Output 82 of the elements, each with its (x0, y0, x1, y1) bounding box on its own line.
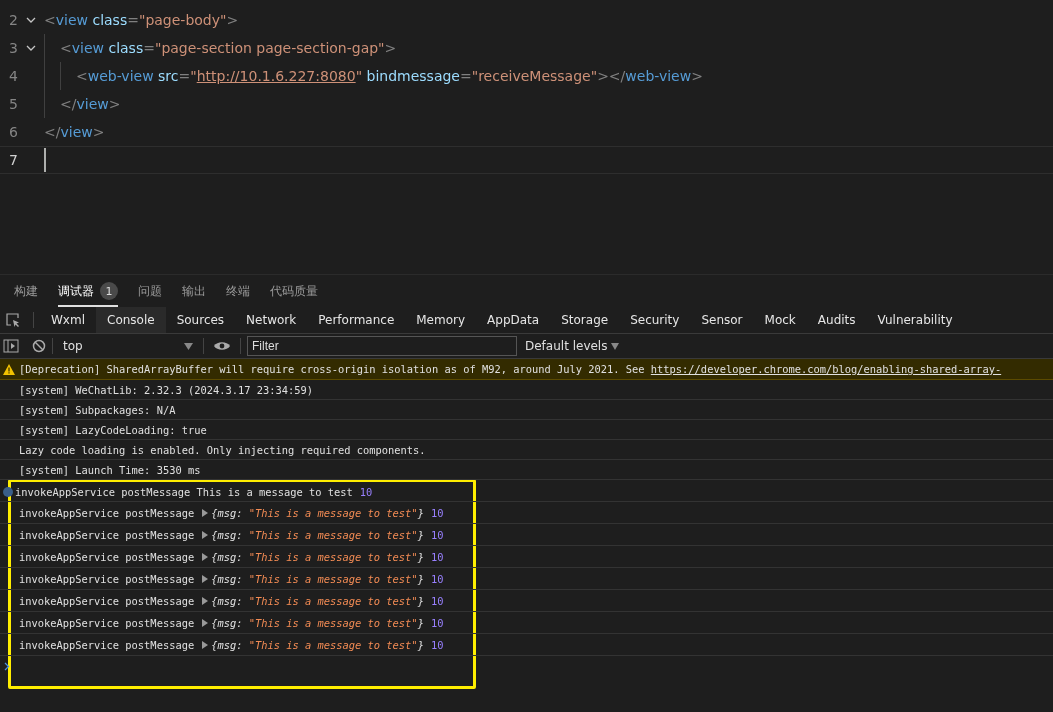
repeat-count: 10 (430, 638, 444, 651)
prompt-icon (4, 661, 10, 671)
repeat-count: 10 (430, 528, 444, 541)
message-text: Lazy code loading is enabled. Only injecting required components. (19, 443, 426, 456)
clear-icon[interactable] (32, 339, 46, 353)
expand-icon[interactable] (202, 618, 209, 627)
expand-icon[interactable] (202, 508, 209, 517)
devtools-tab[interactable]: Vulnerability (866, 307, 964, 333)
count-badge: 1 (100, 282, 118, 300)
message-link[interactable]: https://developer.chrome.com/blog/enabling-shared-array- (650, 363, 1002, 375)
devtools-tab[interactable]: Mock (753, 307, 807, 333)
message-text: invokeAppService postMessage This is a message to test (15, 485, 353, 498)
context-select[interactable]: top (59, 336, 197, 356)
devtools-tab[interactable]: Security (619, 307, 691, 333)
repeat-count: 10 (359, 485, 373, 498)
repeat-count: 10 (430, 594, 444, 607)
code-line: <view class="page-body"> (44, 12, 239, 28)
expand-icon[interactable] (202, 640, 209, 649)
expand-icon[interactable] (202, 574, 209, 583)
object-preview: {msg: "This is a message to test"} (211, 572, 424, 585)
object-preview: {msg: "This is a message to test"} (211, 550, 424, 563)
devtools-tab[interactable]: Sensor (690, 307, 754, 333)
devtools-tab[interactable]: Console (96, 307, 166, 333)
devtools-tab[interactable]: Sources (165, 307, 236, 333)
message-text: [system] LazyCodeLoading: true (19, 423, 207, 436)
sidebar-toggle-icon[interactable] (3, 339, 19, 353)
object-preview: {msg: "This is a message to test"} (211, 528, 424, 541)
filter-field[interactable]: Filter (247, 336, 517, 356)
message-text: invokeAppService postMessage (19, 550, 195, 563)
devtools-tab[interactable]: Network (235, 307, 308, 333)
levels-dropdown[interactable]: Default levels (525, 339, 620, 353)
panel-tab[interactable]: 构建 (14, 277, 38, 307)
message-text: invokeAppService postMessage (19, 616, 195, 629)
devtools-tab[interactable]: Memory (405, 307, 477, 333)
warning-icon (3, 363, 15, 375)
repeat-count: 10 (430, 550, 444, 563)
expand-icon[interactable] (202, 530, 209, 539)
line-number: 4 (8, 68, 18, 84)
code-line: <view class="page-section page-section-gap"> (60, 40, 397, 56)
repeat-count: 10 (430, 572, 444, 585)
code-line: <web-view src="http://10.1.6.227:8080" bindmessage="receiveMessage"></web-view> (76, 68, 703, 84)
chevron-down-icon[interactable] (26, 16, 36, 24)
line-number: 2 (8, 12, 18, 28)
message-text: invokeAppService postMessage (19, 572, 195, 585)
panel-tab[interactable]: 输出 (182, 277, 206, 307)
caret-icon (611, 342, 620, 350)
message-text: [Deprecation] SharedArrayBuffer will require cross-origin isolation as of M92, around July 2021. See (19, 363, 646, 375)
message-text: invokeAppService postMessage (19, 594, 195, 607)
message-text: [system] Subpackages: N/A (19, 403, 176, 416)
message-text: invokeAppService postMessage (19, 506, 195, 519)
eye-icon[interactable] (214, 341, 230, 351)
caret-icon (184, 342, 193, 350)
chevron-down-icon[interactable] (26, 44, 36, 52)
object-preview: {msg: "This is a message to test"} (211, 616, 424, 629)
object-preview: {msg: "This is a message to test"} (211, 638, 424, 651)
repeat-count: 10 (430, 616, 444, 629)
repeat-count: 10 (430, 506, 444, 519)
code-line: </view> (60, 96, 121, 112)
devtools-tab[interactable]: Audits (806, 307, 867, 333)
panel-tab[interactable]: 代码质量 (270, 277, 318, 307)
panel-tab[interactable]: 终端 (226, 277, 250, 307)
panel-tab[interactable]: 问题 (138, 277, 162, 307)
message-text: invokeAppService postMessage (19, 638, 195, 651)
text-cursor (44, 148, 46, 172)
object-preview: {msg: "This is a message to test"} (211, 594, 424, 607)
line-number: 5 (8, 96, 18, 112)
devtools-tab[interactable]: Storage (550, 307, 620, 333)
message-text: [system] Launch Time: 3530 ms (19, 463, 201, 476)
info-icon (3, 485, 13, 498)
devtools-tab[interactable]: Performance (307, 307, 406, 333)
expand-icon[interactable] (202, 596, 209, 605)
expand-icon[interactable] (202, 552, 209, 561)
line-number: 6 (8, 124, 18, 140)
message-text: [system] WeChatLib: 2.32.3 (2024.3.17 23:34:59) (19, 383, 314, 396)
devtools-tab[interactable]: AppData (476, 307, 551, 333)
object-preview: {msg: "This is a message to test"} (211, 506, 424, 519)
code-line: </view> (44, 124, 105, 140)
message-text: invokeAppService postMessage (19, 528, 195, 541)
line-number: 3 (8, 40, 18, 56)
devtools-tab[interactable]: Wxml (40, 307, 96, 333)
inspect-icon[interactable] (5, 312, 21, 328)
line-number: 7 (8, 152, 18, 168)
